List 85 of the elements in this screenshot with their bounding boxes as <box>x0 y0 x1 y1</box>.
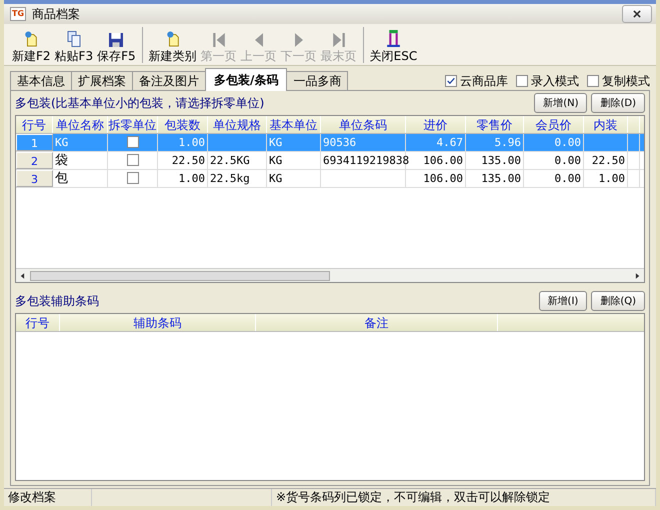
checkbox[interactable] <box>445 75 457 87</box>
window-title: 商品档案 <box>32 6 80 23</box>
table-cell: 0.00 <box>554 154 581 167</box>
checkbox[interactable] <box>126 154 138 166</box>
table-cell: 135.00 <box>481 154 521 167</box>
previous-icon <box>254 33 263 47</box>
scrollbar-thumb[interactable] <box>30 270 330 280</box>
delete-button[interactable]: 删除(Q) <box>591 291 645 311</box>
door-exit-icon <box>386 30 400 47</box>
table-cell: 90536 <box>323 136 356 149</box>
tab[interactable]: 扩展档案 <box>71 71 133 90</box>
checkbox[interactable] <box>516 75 528 87</box>
table-cell: 22.5kg <box>210 172 250 185</box>
checkbox-label: 复制模式 <box>602 73 650 90</box>
horizontal-scrollbar[interactable] <box>16 268 644 282</box>
table-cell: 22.50 <box>592 154 625 167</box>
copy-pages-icon <box>66 31 81 47</box>
checkbox-label: 云商品库 <box>460 73 508 90</box>
first-page-icon <box>212 33 225 47</box>
table-cell: 0.00 <box>554 136 581 149</box>
add-button[interactable]: 新增(N) <box>534 93 588 113</box>
toolbar-button[interactable]: 粘贴F3 <box>52 30 96 63</box>
delete-button[interactable]: 删除(D) <box>591 93 645 113</box>
table-cell: 22.5KG <box>210 154 250 167</box>
table-cell: 1.00 <box>598 172 625 185</box>
table-cell: 4.67 <box>436 136 463 149</box>
row-number: 1 <box>16 134 53 151</box>
table-cell: 5.96 <box>494 136 521 149</box>
last-page-icon <box>332 33 345 47</box>
column-header: 会员价 <box>524 116 584 133</box>
table-cell: 6934119219838 <box>323 154 410 167</box>
status-text: 修改档案 <box>4 489 92 506</box>
status-text: ※货号条码列已锁定，不可编辑，双击可以解除锁定 <box>272 489 656 506</box>
close-button[interactable] <box>622 5 652 23</box>
toolbar-button[interactable]: 关闭ESC <box>368 29 420 63</box>
tab[interactable]: 一品多商 <box>286 71 348 90</box>
table-cell: 106.00 <box>423 154 463 167</box>
row-number: 2 <box>16 152 53 169</box>
table-cell: KG <box>269 172 282 185</box>
column-header: 行号 <box>16 116 53 133</box>
table-cell: KG <box>269 136 282 149</box>
column-header: 行号 <box>16 314 60 331</box>
table-cell: KG <box>55 136 68 149</box>
column-header: 进价 <box>406 116 466 133</box>
column-header: 包装数 <box>158 116 208 133</box>
table-row[interactable]: 3 包 1.00 22.5kg KG 106.00 135.00 0.00 1.00 <box>16 170 644 188</box>
checkbox[interactable] <box>126 136 138 148</box>
column-header: 单位名称 <box>53 116 108 133</box>
column-header: 单位条码 <box>321 116 406 133</box>
column-header: 内装 <box>584 116 628 133</box>
new-document-icon <box>164 31 181 47</box>
row-number: 3 <box>16 170 53 187</box>
column-header: 基本单位 <box>267 116 321 133</box>
table-cell: 135.00 <box>481 172 521 185</box>
table-cell: 1.00 <box>178 136 205 149</box>
add-button[interactable]: 新增(I) <box>538 291 588 311</box>
table-cell: KG <box>269 154 282 167</box>
checkbox-label: 录入模式 <box>531 73 579 90</box>
section-title: 多包装(比基本单位小的包装，请选择拆零单位) <box>15 95 264 112</box>
next-icon <box>294 33 303 47</box>
checkbox[interactable] <box>126 172 138 184</box>
table-cell: 包 <box>55 171 68 186</box>
tab[interactable]: 多包装/条码 <box>205 68 288 91</box>
toolbar-button[interactable]: 新建类别 <box>146 30 199 63</box>
table-cell: 袋 <box>55 153 68 168</box>
checkbox[interactable] <box>587 75 599 87</box>
column-header: 单位规格 <box>208 116 267 133</box>
section-title: 多包装辅助条码 <box>15 293 99 310</box>
check-icon <box>446 76 456 86</box>
column-header: 拆零单位 <box>108 116 158 133</box>
table-cell: 106.00 <box>423 172 463 185</box>
column-header: 零售价 <box>466 116 524 133</box>
column-header: 辅助条码 <box>60 314 256 331</box>
app-logo: TG <box>10 7 26 21</box>
table-cell: 1.00 <box>178 172 205 185</box>
table-cell: 0.00 <box>554 172 581 185</box>
table-row[interactable]: 2 袋 22.50 22.5KG KG 6934119219838 106.00 135.00 0.00 22.50 <box>16 152 644 170</box>
table-cell: 22.50 <box>172 154 205 167</box>
toolbar-button[interactable]: 新建F2 <box>10 30 53 63</box>
toolbar-button[interactable]: 保存F5 <box>95 32 138 63</box>
column-header: 备注 <box>256 314 498 331</box>
tab[interactable]: 基本信息 <box>10 71 72 90</box>
tab[interactable]: 备注及图片 <box>132 71 206 90</box>
save-icon <box>109 33 124 47</box>
new-document-icon <box>23 31 40 47</box>
